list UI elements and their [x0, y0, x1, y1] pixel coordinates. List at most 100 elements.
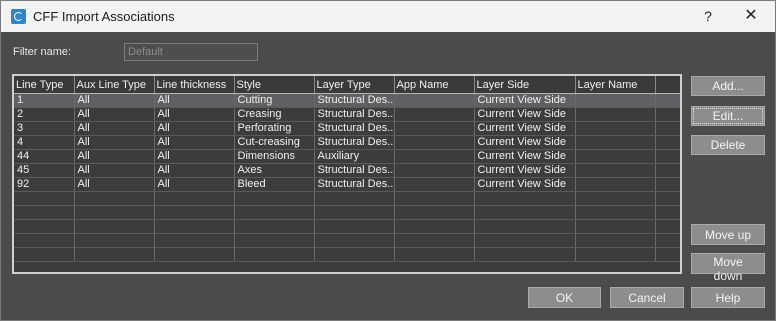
table-cell[interactable] — [474, 191, 576, 206]
table-row[interactable]: 45 All All Axes Structural Des... Current Vie… — [14, 163, 680, 178]
column-header[interactable]: App Name — [394, 76, 475, 94]
table-cell[interactable] — [154, 219, 235, 234]
column-header[interactable] — [655, 76, 680, 94]
table-cell[interactable]: 44 — [14, 149, 75, 164]
table-cell[interactable] — [394, 191, 475, 206]
table-cell[interactable] — [234, 205, 315, 220]
table-cell[interactable]: Structural Des... — [314, 121, 395, 136]
column-header[interactable]: Line Type — [14, 76, 75, 94]
table-cell[interactable]: All — [154, 177, 235, 192]
table-cell[interactable] — [655, 247, 680, 262]
column-header[interactable]: Style — [234, 76, 315, 94]
table-cell[interactable]: 4 — [14, 135, 75, 150]
table-cell[interactable] — [74, 233, 155, 248]
table-cell[interactable]: Current View Side — [474, 163, 576, 178]
table-cell[interactable] — [575, 219, 656, 234]
table-cell[interactable] — [74, 191, 155, 206]
table-cell[interactable]: All — [154, 135, 235, 150]
table-row[interactable] — [14, 191, 680, 206]
table-cell[interactable]: All — [74, 163, 155, 178]
table-cell[interactable] — [575, 93, 656, 108]
table-cell[interactable]: 1 — [14, 93, 75, 108]
table-cell[interactable] — [314, 247, 395, 262]
table-cell[interactable] — [575, 233, 656, 248]
table-cell[interactable]: All — [154, 149, 235, 164]
table-cell[interactable] — [394, 121, 475, 136]
table-cell[interactable] — [474, 219, 576, 234]
table-cell[interactable] — [575, 135, 656, 150]
table-cell[interactable] — [655, 177, 680, 192]
table-cell[interactable]: Bleed — [234, 177, 315, 192]
table-cell[interactable]: All — [154, 93, 235, 108]
table-cell[interactable] — [655, 205, 680, 220]
column-header[interactable]: Aux Line Type — [74, 76, 155, 94]
table-cell[interactable] — [74, 219, 155, 234]
table-cell[interactable]: All — [74, 107, 155, 122]
table-cell[interactable] — [655, 135, 680, 150]
table-row[interactable]: 2 All All Creasing Structural Des... Current … — [14, 107, 680, 122]
table-cell[interactable] — [655, 93, 680, 108]
table-cell[interactable] — [314, 219, 395, 234]
table-cell[interactable] — [394, 233, 475, 248]
table-cell[interactable] — [394, 107, 475, 122]
table-cell[interactable]: Current View Side — [474, 177, 576, 192]
table-row[interactable]: 3 All All Perforating Structural Des... Curre… — [14, 121, 680, 136]
table-cell[interactable] — [394, 205, 475, 220]
table-cell[interactable]: All — [74, 121, 155, 136]
table-cell[interactable]: Cutting — [234, 93, 315, 108]
table-row[interactable]: 1 All All Cutting Structural Des... Current V… — [14, 93, 680, 108]
column-header[interactable]: Layer Side — [474, 76, 576, 94]
table-cell[interactable]: 45 — [14, 163, 75, 178]
table-row[interactable]: 4 All All Cut-creasing Structural Des... Curr… — [14, 135, 680, 150]
table-cell[interactable]: All — [74, 177, 155, 192]
table-cell[interactable] — [394, 219, 475, 234]
table-cell[interactable] — [234, 247, 315, 262]
table-cell[interactable]: Current View Side — [474, 135, 576, 150]
table-cell[interactable]: Structural Des... — [314, 177, 395, 192]
table-cell[interactable] — [314, 191, 395, 206]
table-cell[interactable] — [74, 205, 155, 220]
table-cell[interactable]: Dimensions — [234, 149, 315, 164]
table-cell[interactable] — [314, 233, 395, 248]
table-cell[interactable] — [154, 205, 235, 220]
table-cell[interactable] — [474, 205, 576, 220]
table-cell[interactable] — [474, 247, 576, 262]
table-row[interactable]: 92 All All Bleed Structural Des... Current Vi… — [14, 177, 680, 192]
table-row[interactable] — [14, 247, 680, 262]
table-cell[interactable] — [154, 233, 235, 248]
table-cell[interactable]: All — [74, 135, 155, 150]
help-icon[interactable]: ? — [695, 5, 721, 27]
table-cell[interactable]: Perforating — [234, 121, 315, 136]
table-cell[interactable] — [394, 247, 475, 262]
table-cell[interactable] — [394, 177, 475, 192]
table-cell[interactable] — [394, 135, 475, 150]
table-cell[interactable]: Structural Des... — [314, 93, 395, 108]
table-cell[interactable] — [14, 191, 75, 206]
table-cell[interactable] — [655, 219, 680, 234]
table-cell[interactable] — [474, 233, 576, 248]
table-cell[interactable] — [575, 107, 656, 122]
table-cell[interactable]: 92 — [14, 177, 75, 192]
table-cell[interactable]: Current View Side — [474, 107, 576, 122]
table-cell[interactable]: All — [154, 121, 235, 136]
move-down-button[interactable]: Move down — [691, 253, 765, 283]
table-cell[interactable] — [575, 191, 656, 206]
close-icon[interactable]: ✕ — [736, 5, 766, 27]
column-header[interactable]: Layer Name — [575, 76, 656, 94]
table-cell[interactable]: Current View Side — [474, 149, 576, 164]
table-cell[interactable] — [655, 149, 680, 164]
table-cell[interactable] — [14, 247, 75, 262]
table-cell[interactable]: Structural Des... — [314, 135, 395, 150]
table-cell[interactable] — [394, 149, 475, 164]
table-cell[interactable] — [14, 233, 75, 248]
table-cell[interactable] — [14, 219, 75, 234]
table-cell[interactable]: Auxiliary — [314, 149, 395, 164]
table-cell[interactable]: Axes — [234, 163, 315, 178]
table-row[interactable] — [14, 233, 680, 248]
table-cell[interactable] — [655, 233, 680, 248]
table-cell[interactable]: Creasing — [234, 107, 315, 122]
table-cell[interactable]: 2 — [14, 107, 75, 122]
table-cell[interactable] — [655, 107, 680, 122]
table-cell[interactable]: Cut-creasing — [234, 135, 315, 150]
table-row[interactable]: 44 All All Dimensions Auxiliary Current View … — [14, 149, 680, 164]
